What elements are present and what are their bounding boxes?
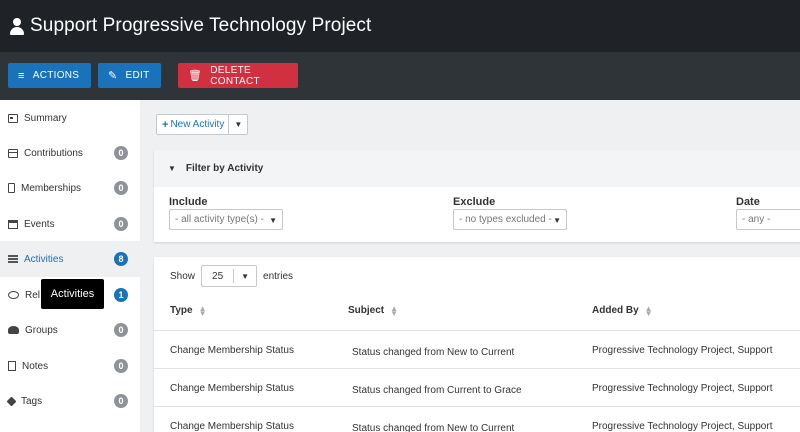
action-bar: ≡ ACTIONS ✎ EDIT 🗑︎ DELETE CONTACT <box>0 52 800 100</box>
tooltip: Activities <box>41 279 104 309</box>
new-activity-button[interactable]: + New Activity ▼ <box>156 114 249 135</box>
sidebar-item-events[interactable]: Events 0 <box>0 206 140 242</box>
edit-button-label: EDIT <box>125 70 150 81</box>
page-length-control: Show 25 ▼ entries <box>170 265 293 287</box>
cell-added-by[interactable]: Progressive Technology Project, Support <box>592 383 772 394</box>
sort-icon: ▲ ▼ <box>644 303 653 318</box>
date-select[interactable]: - any - <box>736 209 800 230</box>
date-label: Date <box>736 196 760 208</box>
filter-panel-header[interactable]: ▼ Filter by Activity <box>154 150 800 187</box>
sidebar-item-notes[interactable]: Notes 0 <box>0 348 140 384</box>
column-header-label: Type <box>170 305 193 316</box>
sidebar-item-label: Summary <box>24 112 67 124</box>
menu-icon: ≡ <box>18 69 25 82</box>
note-icon <box>8 361 16 371</box>
sidebar-item-label: Groups <box>25 324 58 336</box>
sidebar-item-label: Rel <box>25 289 41 301</box>
cell-added-by[interactable]: Progressive Technology Project, Support <box>592 421 772 432</box>
sidebar-item-label: Notes <box>22 360 49 372</box>
column-header-subject[interactable]: Subject ▲ ▼ <box>348 303 399 318</box>
sidebar-item-tags[interactable]: Tags 0 <box>0 383 140 419</box>
include-label: Include <box>169 196 208 208</box>
cell-type: Change Membership Status <box>170 421 294 432</box>
sort-icon: ▲ ▼ <box>198 303 207 318</box>
chevron-down-icon[interactable]: ▼ <box>229 115 247 134</box>
sidebar: Summary Contributions 0 Memberships 0 Ev… <box>0 100 140 432</box>
exclude-label: Exclude <box>453 196 496 208</box>
main-content: + New Activity ▼ ▼ Filter by Activity Inc… <box>140 100 800 432</box>
person-icon <box>10 17 24 35</box>
id-card-icon <box>8 183 15 193</box>
count-badge: 0 <box>114 181 128 195</box>
credit-card-icon <box>8 148 18 158</box>
sidebar-item-label: Contributions <box>24 147 83 159</box>
count-badge: 0 <box>114 323 128 337</box>
plus-icon: + <box>162 118 169 131</box>
count-badge: 8 <box>114 252 128 266</box>
exclude-select[interactable]: - no types excluded - ▼ <box>453 209 567 230</box>
include-select[interactable]: - all activity type(s) - ▼ <box>169 209 283 230</box>
summary-icon <box>8 113 18 123</box>
exclude-select-value: - no types excluded - <box>459 214 552 225</box>
handshake-icon <box>8 291 19 299</box>
sidebar-item-label: Memberships <box>21 182 82 194</box>
chevron-down-icon: ▼ <box>241 272 250 281</box>
cell-type: Change Membership Status <box>170 383 294 394</box>
sidebar-item-contributions[interactable]: Contributions 0 <box>0 135 140 171</box>
users-icon <box>8 326 19 334</box>
cell-added-by[interactable]: Progressive Technology Project, Support <box>592 345 772 356</box>
trash-icon: 🗑︎ <box>188 70 203 82</box>
delete-contact-button[interactable]: 🗑︎ DELETE CONTACT <box>178 63 298 88</box>
page-length-select[interactable]: 25 ▼ <box>201 265 258 287</box>
cell-subject[interactable]: Status changed from New to Current <box>352 347 514 358</box>
chevron-down-icon: ▼ <box>168 164 176 173</box>
new-activity-label: New Activity <box>170 119 225 130</box>
column-header-label: Added By <box>592 305 639 316</box>
table-row[interactable]: Change Membership Status Status changed … <box>154 330 800 368</box>
sidebar-item-label: Activities <box>24 253 64 265</box>
sidebar-item-label: Tags <box>21 395 43 407</box>
sort-icon: ▲ ▼ <box>390 303 399 318</box>
count-badge: 0 <box>114 394 128 408</box>
table-row[interactable]: Change Membership Status Status changed … <box>154 368 800 406</box>
page-length-value: 25 <box>212 270 224 282</box>
show-label: Show <box>170 270 196 282</box>
tag-icon <box>6 396 17 406</box>
page-title: Support Progressive Technology Project <box>30 15 372 36</box>
sidebar-item-memberships[interactable]: Memberships 0 <box>0 170 140 206</box>
actions-button-label: ACTIONS <box>32 70 80 81</box>
chevron-down-icon: ▼ <box>553 216 561 225</box>
column-header-label: Subject <box>348 305 385 316</box>
cell-subject[interactable]: Status changed from Current to Grace <box>352 385 522 396</box>
delete-contact-button-label: DELETE CONTACT <box>210 64 260 87</box>
cell-type: Change Membership Status <box>170 345 294 356</box>
actions-button[interactable]: ≡ ACTIONS <box>8 63 91 88</box>
filter-panel: ▼ Filter by Activity Include - all activ… <box>154 150 800 242</box>
pencil-icon: ✎ <box>108 70 118 82</box>
calendar-icon <box>8 219 18 229</box>
count-badge: 0 <box>114 217 128 231</box>
count-badge: 1 <box>114 288 128 302</box>
include-select-value: - all activity type(s) - <box>175 214 264 225</box>
sidebar-item-activities[interactable]: Activities 8 <box>0 241 140 277</box>
activities-table-panel: Show 25 ▼ entries Type ▲ ▼ Subject ▲ ▼ Add… <box>154 257 800 432</box>
table-row[interactable]: Change Membership Status Status changed … <box>154 406 800 432</box>
date-select-value: - any - <box>742 214 771 225</box>
column-header-type[interactable]: Type ▲ ▼ <box>170 303 207 318</box>
cell-subject[interactable]: Status changed from New to Current <box>352 423 514 432</box>
sidebar-item-label: Events <box>24 218 55 230</box>
sidebar-item-groups[interactable]: Groups 0 <box>0 312 140 348</box>
filter-panel-title: Filter by Activity <box>185 163 264 174</box>
count-badge: 0 <box>114 146 128 160</box>
chevron-down-icon: ▼ <box>269 216 277 225</box>
count-badge: 0 <box>114 359 128 373</box>
column-header-added-by[interactable]: Added By ▲ ▼ <box>592 303 653 318</box>
edit-button[interactable]: ✎ EDIT <box>98 63 161 88</box>
entries-label: entries <box>263 270 294 282</box>
sidebar-item-summary[interactable]: Summary <box>0 100 140 136</box>
list-icon <box>8 254 18 264</box>
page-header: Support Progressive Technology Project <box>0 0 800 52</box>
